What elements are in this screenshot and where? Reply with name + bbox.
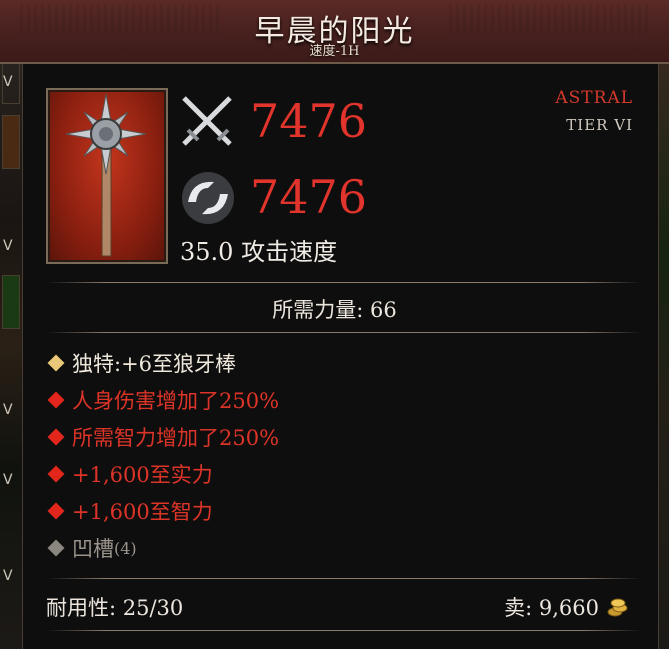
left-mark: V bbox=[3, 74, 13, 90]
socket-count: (4) bbox=[114, 538, 137, 558]
divider bbox=[46, 282, 642, 283]
left-mark: V bbox=[3, 402, 13, 418]
affix-text: +1,600至实力 bbox=[72, 463, 213, 487]
divider bbox=[46, 578, 642, 579]
diamond-bullet-icon bbox=[47, 502, 65, 520]
affix-text: 所需智力增加了250% bbox=[72, 426, 280, 450]
affix-text: 独特:+6至狼牙棒 bbox=[72, 352, 237, 376]
left-mark: V bbox=[3, 568, 13, 584]
rarity-label: ASTRAL bbox=[555, 88, 633, 108]
affix-socket: 凹槽 (4) bbox=[46, 533, 137, 563]
affix-magic: +1,600至智力 bbox=[46, 496, 213, 526]
attack-speed: 35.0 攻击速度 bbox=[180, 238, 338, 266]
affix-text: 人身伤害增加了250% bbox=[72, 389, 280, 413]
sell-price-text: 卖: 9,660 bbox=[504, 596, 599, 620]
requirement-text: 所需力量: 66 bbox=[272, 298, 397, 322]
left-ui-strip: V V V V V bbox=[0, 40, 22, 649]
item-subtitle: 速度-1H bbox=[309, 44, 360, 59]
affix-magic: +1,600至实力 bbox=[46, 459, 213, 489]
item-image bbox=[46, 88, 168, 264]
sell-price: 卖: 9,660 bbox=[504, 592, 629, 622]
gold-coins-icon bbox=[607, 598, 628, 617]
affix-text: 凹槽 bbox=[72, 537, 114, 561]
affix-magic: 人身伤害增加了250% bbox=[46, 385, 279, 415]
left-slot bbox=[2, 115, 20, 169]
divider bbox=[46, 332, 642, 333]
diamond-bullet-icon bbox=[47, 354, 65, 372]
affix-unique: 独特:+6至狼牙棒 bbox=[46, 348, 236, 378]
mace-icon bbox=[65, 93, 147, 257]
crossed-swords-icon bbox=[182, 96, 232, 146]
diamond-bullet-icon bbox=[47, 539, 65, 557]
affix-text: +1,600至智力 bbox=[72, 500, 213, 524]
diamond-bullet-icon bbox=[47, 391, 65, 409]
swirl-icon bbox=[182, 172, 234, 224]
durability-text: 耐用性: 25/30 bbox=[46, 596, 184, 620]
damage-value: 7476 bbox=[250, 94, 368, 148]
dps-value: 7476 bbox=[250, 170, 368, 224]
diamond-bullet-icon bbox=[47, 465, 65, 483]
left-mark: V bbox=[3, 472, 13, 488]
affix-magic: 所需智力增加了250% bbox=[46, 422, 279, 452]
left-mark: V bbox=[3, 238, 13, 254]
divider bbox=[46, 630, 642, 631]
tier-label: TIER VI bbox=[566, 116, 633, 134]
diamond-bullet-icon bbox=[47, 428, 65, 446]
